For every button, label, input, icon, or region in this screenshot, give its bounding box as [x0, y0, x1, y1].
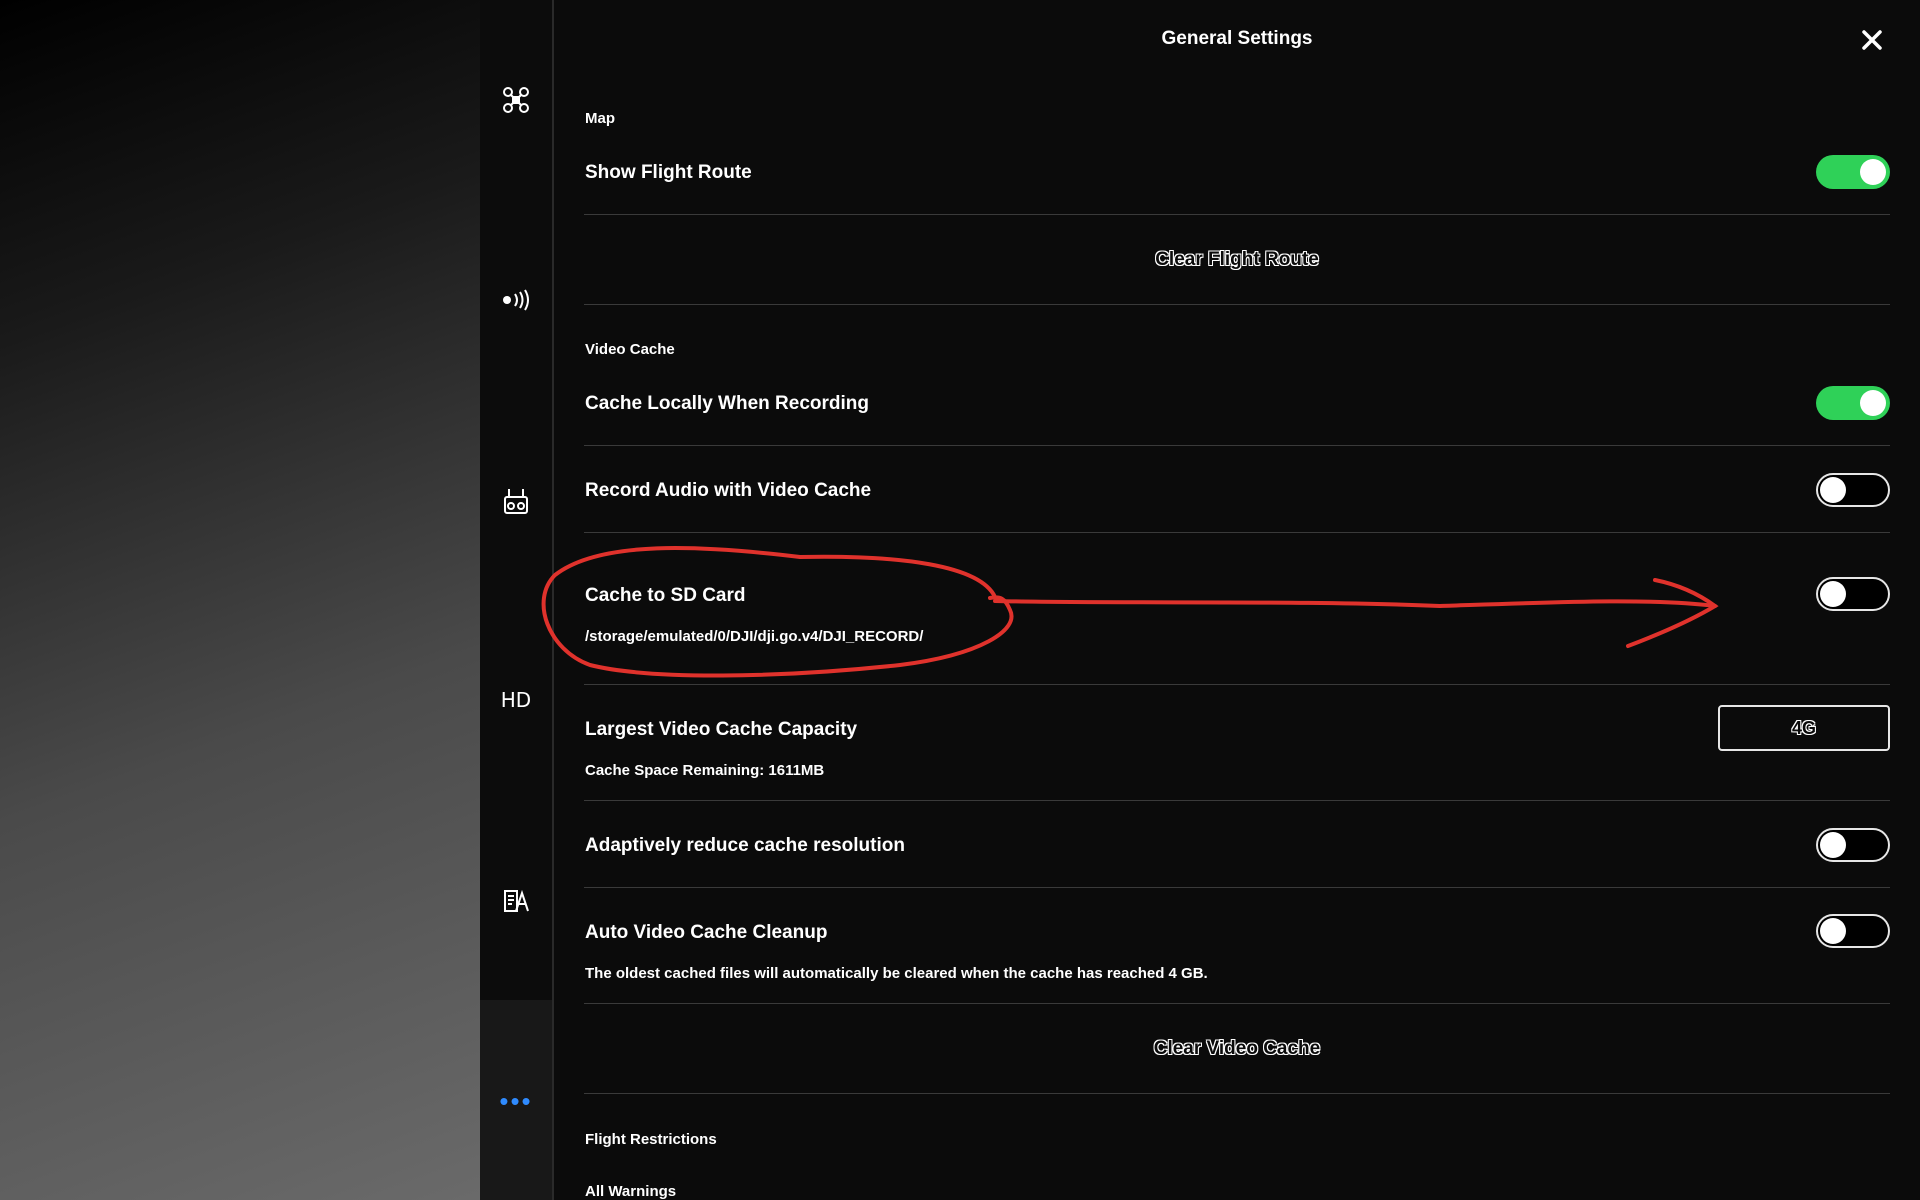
- divider: [584, 214, 1890, 215]
- show-flight-route-toggle[interactable]: [1816, 155, 1890, 189]
- divider: [584, 684, 1890, 685]
- hd-icon[interactable]: HD: [480, 676, 552, 724]
- cache-path: /storage/emulated/0/DJI/dji.go.v4/DJI_RE…: [585, 628, 924, 645]
- remote-controller-icon[interactable]: [480, 477, 552, 525]
- toggle-knob: [1820, 832, 1846, 858]
- toggle-knob: [1820, 477, 1846, 503]
- divider: [584, 800, 1890, 801]
- map-style-icon[interactable]: [480, 877, 552, 925]
- divider: [584, 304, 1890, 305]
- section-label-video-cache: Video Cache: [585, 341, 675, 358]
- cache-to-sd-toggle[interactable]: [1816, 577, 1890, 611]
- divider: [584, 532, 1890, 533]
- show-flight-route-label: Show Flight Route: [585, 162, 752, 183]
- toggle-knob: [1860, 390, 1886, 416]
- cache-remaining: Cache Space Remaining: 1611MB: [585, 762, 825, 779]
- divider: [584, 445, 1890, 446]
- clear-flight-route-button[interactable]: Clear Flight Route: [554, 249, 1920, 271]
- clear-video-cache-button[interactable]: Clear Video Cache: [554, 1038, 1920, 1060]
- record-audio-toggle[interactable]: [1816, 473, 1890, 507]
- general-settings-panel: General Settings Map Show Flight Route C…: [554, 0, 1920, 1200]
- adaptive-resolution-label: Adaptively reduce cache resolution: [585, 835, 905, 856]
- all-warnings-label: All Warnings: [585, 1183, 677, 1200]
- divider: [584, 1003, 1890, 1004]
- auto-cleanup-toggle[interactable]: [1816, 914, 1890, 948]
- cache-to-sd-label: Cache to SD Card: [585, 585, 746, 606]
- settings-category-rail: HD •••: [480, 0, 552, 1200]
- auto-cleanup-label: Auto Video Cache Cleanup: [585, 922, 828, 943]
- capacity-select[interactable]: 4G: [1718, 705, 1890, 751]
- background-camera-view: [0, 0, 480, 1200]
- page-title: General Settings: [1161, 28, 1313, 49]
- auto-cleanup-description: The oldest cached files will automatical…: [585, 965, 1208, 982]
- largest-capacity-label: Largest Video Cache Capacity: [585, 719, 858, 740]
- record-audio-label: Record Audio with Video Cache: [585, 480, 872, 501]
- divider: [584, 887, 1890, 888]
- section-label-map: Map: [585, 110, 615, 127]
- adaptive-resolution-toggle[interactable]: [1816, 828, 1890, 862]
- cache-locally-toggle[interactable]: [1816, 386, 1890, 420]
- aircraft-icon[interactable]: [480, 76, 552, 124]
- cache-locally-label: Cache Locally When Recording: [585, 393, 869, 414]
- toggle-knob: [1820, 918, 1846, 944]
- section-label-flight-restrictions: Flight Restrictions: [585, 1131, 717, 1148]
- signal-icon[interactable]: [480, 276, 552, 324]
- toggle-knob: [1860, 159, 1886, 185]
- close-icon[interactable]: [1856, 24, 1888, 56]
- toggle-knob: [1820, 581, 1846, 607]
- more-icon[interactable]: •••: [480, 1077, 552, 1125]
- divider: [584, 1093, 1890, 1094]
